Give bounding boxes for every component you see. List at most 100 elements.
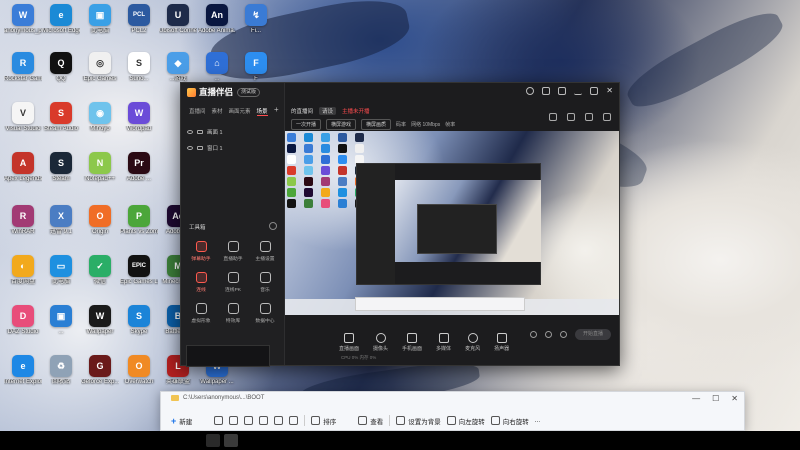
eye-icon[interactable] <box>187 146 193 150</box>
desktop-icon[interactable]: U Ubisoft Connect <box>159 4 197 35</box>
rename-button[interactable] <box>259 416 269 425</box>
desktop-icon[interactable]: A Apex Legends <box>4 152 42 183</box>
desktop-icon[interactable]: ⌂... <box>198 52 236 83</box>
close-icon[interactable]: ✕ <box>606 87 613 95</box>
skin-icon[interactable] <box>542 87 551 95</box>
desktop-icon[interactable]: An Adobe Anima... <box>198 4 236 35</box>
timer-icon[interactable] <box>545 331 552 338</box>
desktop-icon[interactable]: Q QQ <box>42 52 80 83</box>
paste-button[interactable] <box>244 416 254 425</box>
resolution-select[interactable]: 横屏画质 <box>361 119 392 130</box>
speaker-control[interactable]: 扬声器 <box>494 332 509 352</box>
desktop-icon[interactable]: EPIC Epic Games Launcher <box>120 255 158 286</box>
tool-item[interactable]: 虚拟形象 <box>185 303 217 324</box>
desktop-icon[interactable]: N Notepad++ <box>81 152 119 183</box>
tool-item[interactable]: 数据中心 <box>249 303 281 324</box>
tool-item[interactable]: 音乐 <box>249 272 281 293</box>
view-button[interactable]: 查看 <box>358 416 383 426</box>
desktop-icon[interactable]: ▣ 此电脑 <box>81 4 119 35</box>
lock-icon[interactable] <box>197 146 203 150</box>
room-tag[interactable]: 请设 <box>319 107 337 115</box>
toolbox-settings-icon[interactable] <box>269 222 277 230</box>
add-scene-button[interactable]: + <box>274 105 279 114</box>
rotate-right-button[interactable]: 向右旋转 <box>490 416 529 426</box>
close-icon[interactable]: ✕ <box>731 394 738 403</box>
microphone-control[interactable]: 麦克风 <box>465 332 480 352</box>
tab-scenes[interactable]: 场景 <box>256 107 268 116</box>
desktop-icon[interactable]: D DAZ Studio <box>4 305 42 336</box>
tab-live-room[interactable]: 直播间 <box>189 107 206 116</box>
desktop-icon[interactable]: ▭ 此电脑 <box>42 255 80 286</box>
desktop-icon[interactable]: S Skype <box>120 305 158 336</box>
taskbar-app-icon[interactable] <box>206 434 220 447</box>
desktop-icon[interactable]: G Geforce Exp... <box>81 355 119 386</box>
tool-item[interactable]: 连线 <box>185 272 217 293</box>
avatar[interactable] <box>526 87 535 95</box>
maximize-icon[interactable]: ☐ <box>712 394 719 403</box>
desktop-icon[interactable]: ◎ Epic Games <box>81 52 119 83</box>
desktop-icon[interactable]: O Overwatch <box>120 355 158 386</box>
desktop-icon[interactable]: S Steam <box>42 152 80 183</box>
desktop-icon[interactable]: S Suno... <box>120 52 158 83</box>
copy-button[interactable] <box>229 416 239 425</box>
desktop-icon[interactable]: V Visual Studio <box>4 102 42 133</box>
minimize-icon[interactable] <box>574 87 583 95</box>
scene-item[interactable]: 画面 1 <box>181 124 284 140</box>
desktop-icon[interactable]: R Rockstar Games <box>4 52 42 83</box>
minimize-icon[interactable]: — <box>692 394 700 403</box>
explorer-path-bar[interactable]: C:\Users\anonymous\...\BOOT <box>171 395 264 401</box>
screen-share-control[interactable]: 直播画面 <box>339 332 359 352</box>
desktop-icon[interactable]: P Plants vs Zombies <box>120 205 158 236</box>
tool-item[interactable]: 主播设置 <box>249 241 281 262</box>
desktop-icon[interactable]: FF <box>237 52 275 83</box>
set-background-button[interactable]: 设置为背景 <box>396 416 441 426</box>
delete-button[interactable] <box>289 416 299 425</box>
fullscreen-icon[interactable] <box>567 113 575 121</box>
sort-button[interactable]: 排序 <box>311 416 336 426</box>
taskbar-app-icon[interactable] <box>224 434 238 447</box>
new-button[interactable]: + 新建 <box>171 416 192 426</box>
live-preview[interactable] <box>285 131 619 315</box>
desktop-icon[interactable]: W Wordpad <box>120 102 158 133</box>
desktop-icon[interactable]: e Microsoft Edge <box>42 4 80 35</box>
maximize-icon[interactable] <box>590 87 599 95</box>
desktop-icon[interactable]: R WinRAR <box>4 205 42 236</box>
scene-item[interactable]: 窗口 1 <box>181 140 284 156</box>
desktop-icon[interactable]: ◉ Mihoyo <box>81 102 119 133</box>
desktop-icon[interactable]: ◆ ...游戏 <box>159 52 197 83</box>
settings-icon[interactable] <box>560 331 567 338</box>
desktop-icon[interactable]: S Steam Audio <box>42 102 80 133</box>
desktop-icon[interactable]: W Wallpaper <box>81 305 119 336</box>
record-icon[interactable] <box>530 331 537 338</box>
phone-control[interactable]: 手机画面 <box>402 332 422 352</box>
tool-item[interactable]: 连线PK <box>217 272 249 293</box>
desktop-icon[interactable]: ↯ Fi... <box>237 4 275 35</box>
tool-item[interactable]: 直播助手 <box>217 241 249 262</box>
category-label[interactable]: 一次开播 <box>291 119 322 130</box>
desktop-icon[interactable]: ▣... <box>42 305 80 336</box>
desktop-icon[interactable]: ✓ 微信 <box>81 255 119 286</box>
desktop-icon[interactable]: e Internet Explorer <box>4 355 42 386</box>
more-button[interactable]: ... <box>535 417 540 424</box>
tab-materials[interactable]: 素材 <box>212 107 223 116</box>
notification-toast[interactable] <box>186 345 270 367</box>
desktop-icon[interactable]: X 迅雷 9.1 <box>42 205 80 236</box>
desktop-icon[interactable]: PCL PCL2 <box>120 4 158 35</box>
desktop-icon[interactable]: ◐ 百度网盘 <box>4 255 42 286</box>
tool-item[interactable]: 特效库 <box>217 303 249 324</box>
camera-control[interactable]: 摄像头 <box>373 332 388 352</box>
media-control[interactable]: 多媒体 <box>436 332 451 352</box>
share-button[interactable] <box>274 416 284 425</box>
cut-button[interactable] <box>214 416 224 425</box>
eye-icon[interactable] <box>187 130 193 134</box>
desktop-icon[interactable]: O Origin <box>81 205 119 236</box>
desktop-icon[interactable]: ♻ 回收站 <box>42 355 80 386</box>
pin-icon[interactable] <box>585 113 593 121</box>
share-icon[interactable] <box>603 113 611 121</box>
menu-icon[interactable] <box>558 87 567 95</box>
tab-elements[interactable]: 画面元素 <box>229 107 251 116</box>
start-live-button[interactable]: 开始直播 <box>575 329 611 340</box>
desktop-icon[interactable]: Pr Adobe ... <box>120 152 158 183</box>
room-title[interactable]: 的直播间 <box>291 107 313 115</box>
lock-icon[interactable] <box>197 130 203 134</box>
